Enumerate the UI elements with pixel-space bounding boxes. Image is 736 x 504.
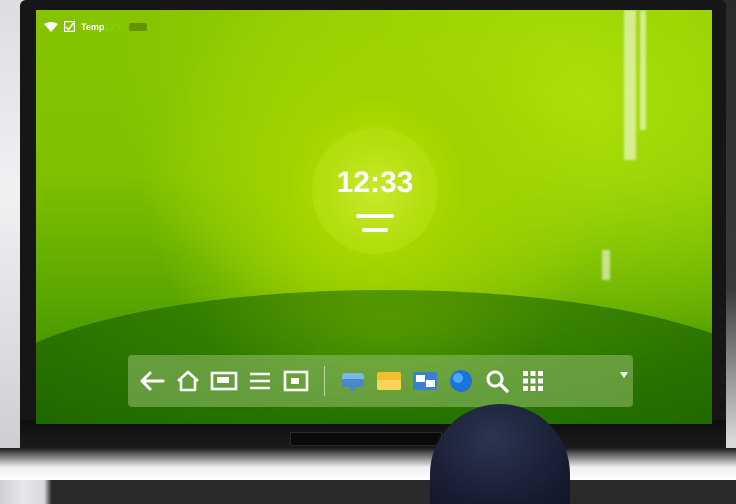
recent-apps-icon (210, 371, 238, 391)
clock-widget[interactable]: 12:33 (312, 128, 438, 254)
screen-icon (283, 370, 309, 392)
dock-separator (324, 366, 325, 396)
floor-area (0, 448, 736, 480)
chevron-down-icon (620, 372, 628, 378)
window-glare (602, 250, 610, 280)
storage-app[interactable] (335, 361, 371, 401)
app-grid-icon (523, 371, 543, 391)
search-icon (486, 370, 509, 393)
speaker-slot (290, 432, 442, 446)
clock-sub-line (362, 228, 388, 232)
window-glare (624, 10, 636, 160)
screen-button[interactable] (278, 361, 314, 401)
status-chip (129, 23, 148, 31)
home-icon (177, 370, 199, 392)
storage-icon (342, 373, 364, 391)
gallery-icon (413, 372, 437, 390)
browser-globe-icon (450, 370, 472, 392)
window-glare (640, 10, 646, 130)
folder-app[interactable] (371, 361, 407, 401)
app-grid-button[interactable] (515, 361, 551, 401)
note-icon (63, 20, 76, 34)
wifi-icon (44, 22, 58, 32)
search-app[interactable] (479, 361, 515, 401)
back-button[interactable] (134, 361, 170, 401)
clock-time: 12:33 (336, 166, 414, 199)
home-button[interactable] (170, 361, 206, 401)
dock-collapse-handle[interactable] (620, 366, 628, 378)
browser-app[interactable] (443, 361, 479, 401)
status-bar: Temp13°F (44, 18, 148, 36)
gallery-app[interactable] (407, 361, 443, 401)
clock-date-line (356, 214, 394, 218)
status-app-label: Temp13°F (81, 22, 124, 32)
back-arrow-icon (140, 371, 165, 391)
taskbar-dock (128, 355, 633, 407)
folder-icon (377, 372, 401, 390)
recent-apps-button[interactable] (206, 361, 242, 401)
menu-icon (250, 372, 270, 390)
menu-button[interactable] (242, 361, 278, 401)
